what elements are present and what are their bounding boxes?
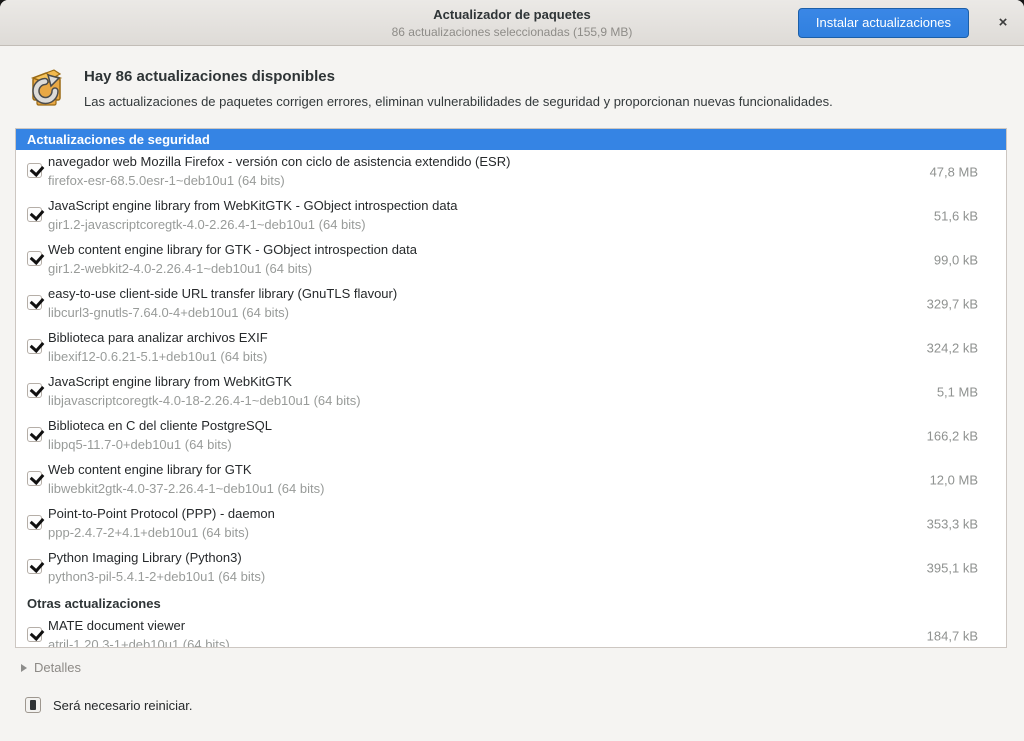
package-size: 5,1 MB: [937, 385, 978, 400]
package-size: 166,2 kB: [927, 429, 978, 444]
package-row[interactable]: Biblioteca en C del cliente PostgreSQL l…: [16, 414, 1006, 458]
package-updater-window: Actualizador de paquetes 86 actualizacio…: [0, 0, 1024, 741]
package-title: Biblioteca para analizar archivos EXIF: [48, 330, 268, 345]
package-size: 12,0 MB: [930, 473, 978, 488]
package-row[interactable]: JavaScript engine library from WebKitGTK…: [16, 370, 1006, 414]
package-title: Web content engine library for GTK: [48, 462, 252, 477]
package-checkbox[interactable]: [27, 471, 42, 486]
package-checkbox[interactable]: [27, 339, 42, 354]
titlebar: Actualizador de paquetes 86 actualizacio…: [0, 0, 1024, 46]
package-size: 395,1 kB: [927, 561, 978, 576]
package-row[interactable]: Web content engine library for GTK - GOb…: [16, 238, 1006, 282]
section-header: Actualizaciones de seguridad: [16, 129, 1006, 150]
updates-available-title: Hay 86 actualizaciones disponibles: [84, 68, 833, 85]
package-title: easy-to-use client-side URL transfer lib…: [48, 286, 397, 301]
package-checkbox[interactable]: [27, 251, 42, 266]
package-size: 324,2 kB: [927, 341, 978, 356]
window-content: Hay 86 actualizaciones disponibles Las a…: [0, 46, 1024, 741]
details-label: Detalles: [34, 660, 81, 675]
package-version: python3-pil-5.4.1-2+deb10u1 (64 bits): [48, 569, 265, 584]
package-version: libjavascriptcoregtk-4.0-18-2.26.4-1~deb…: [48, 393, 361, 408]
package-checkbox[interactable]: [27, 207, 42, 222]
restart-notice-row: Será necesario reiniciar.: [25, 697, 192, 713]
install-updates-button[interactable]: Instalar actualizaciones: [798, 8, 969, 38]
updates-header-text: Hay 86 actualizaciones disponibles Las a…: [84, 61, 833, 110]
package-version: gir1.2-webkit2-4.0-2.26.4-1~deb10u1 (64 …: [48, 261, 312, 276]
package-row[interactable]: easy-to-use client-side URL transfer lib…: [16, 282, 1006, 326]
package-row[interactable]: JavaScript engine library from WebKitGTK…: [16, 194, 1006, 238]
package-version: libcurl3-gnutls-7.64.0-4+deb10u1 (64 bit…: [48, 305, 289, 320]
package-title: JavaScript engine library from WebKitGTK: [48, 374, 292, 389]
package-size: 184,7 kB: [927, 629, 978, 644]
package-row[interactable]: navegador web Mozilla Firefox - versión …: [16, 150, 1006, 194]
package-title: Point-to-Point Protocol (PPP) - daemon: [48, 506, 275, 521]
package-checkbox[interactable]: [27, 559, 42, 574]
package-row[interactable]: Point-to-Point Protocol (PPP) - daemon p…: [16, 502, 1006, 546]
package-row[interactable]: Biblioteca para analizar archivos EXIF l…: [16, 326, 1006, 370]
expander-arrow-icon: [21, 664, 27, 672]
package-size: 47,8 MB: [930, 165, 978, 180]
package-version: libexif12-0.6.21-5.1+deb10u1 (64 bits): [48, 349, 267, 364]
package-title: navegador web Mozilla Firefox - versión …: [48, 154, 510, 169]
package-row[interactable]: Python Imaging Library (Python3) python3…: [16, 546, 1006, 590]
package-version: atril-1.20.3-1+deb10u1 (64 bits): [48, 637, 230, 648]
details-expander[interactable]: Detalles: [21, 660, 81, 675]
package-title: MATE document viewer: [48, 618, 185, 633]
package-version: libpq5-11.7-0+deb10u1 (64 bits): [48, 437, 232, 452]
package-checkbox[interactable]: [27, 163, 42, 178]
package-version: gir1.2-javascriptcoregtk-4.0-2.26.4-1~de…: [48, 217, 366, 232]
package-row[interactable]: MATE document viewer atril-1.20.3-1+deb1…: [16, 614, 1006, 648]
package-checkbox[interactable]: [27, 383, 42, 398]
restart-required-icon: [25, 697, 41, 713]
package-size: 51,6 kB: [934, 209, 978, 224]
software-updater-icon: [24, 65, 69, 110]
package-row[interactable]: Web content engine library for GTK libwe…: [16, 458, 1006, 502]
package-version: ppp-2.4.7-2+4.1+deb10u1 (64 bits): [48, 525, 249, 540]
package-version: firefox-esr-68.5.0esr-1~deb10u1 (64 bits…: [48, 173, 285, 188]
restart-notice-label: Será necesario reiniciar.: [53, 698, 192, 713]
package-checkbox[interactable]: [27, 515, 42, 530]
package-version: libwebkit2gtk-4.0-37-2.26.4-1~deb10u1 (6…: [48, 481, 324, 496]
updates-description: Las actualizaciones de paquetes corrigen…: [84, 94, 833, 109]
package-checkbox[interactable]: [27, 627, 42, 642]
package-checkbox[interactable]: [27, 295, 42, 310]
section-header: Otras actualizaciones: [16, 590, 1006, 614]
package-title: JavaScript engine library from WebKitGTK…: [48, 198, 457, 213]
updates-header: Hay 86 actualizaciones disponibles Las a…: [24, 61, 1000, 110]
package-size: 99,0 kB: [934, 253, 978, 268]
package-checkbox[interactable]: [27, 427, 42, 442]
package-size: 353,3 kB: [927, 517, 978, 532]
package-title: Python Imaging Library (Python3): [48, 550, 242, 565]
package-size: 329,7 kB: [927, 297, 978, 312]
package-list: Actualizaciones de seguridad navegador w…: [15, 128, 1007, 648]
package-title: Web content engine library for GTK - GOb…: [48, 242, 417, 257]
package-title: Biblioteca en C del cliente PostgreSQL: [48, 418, 272, 433]
close-icon[interactable]: ×: [991, 13, 1015, 33]
